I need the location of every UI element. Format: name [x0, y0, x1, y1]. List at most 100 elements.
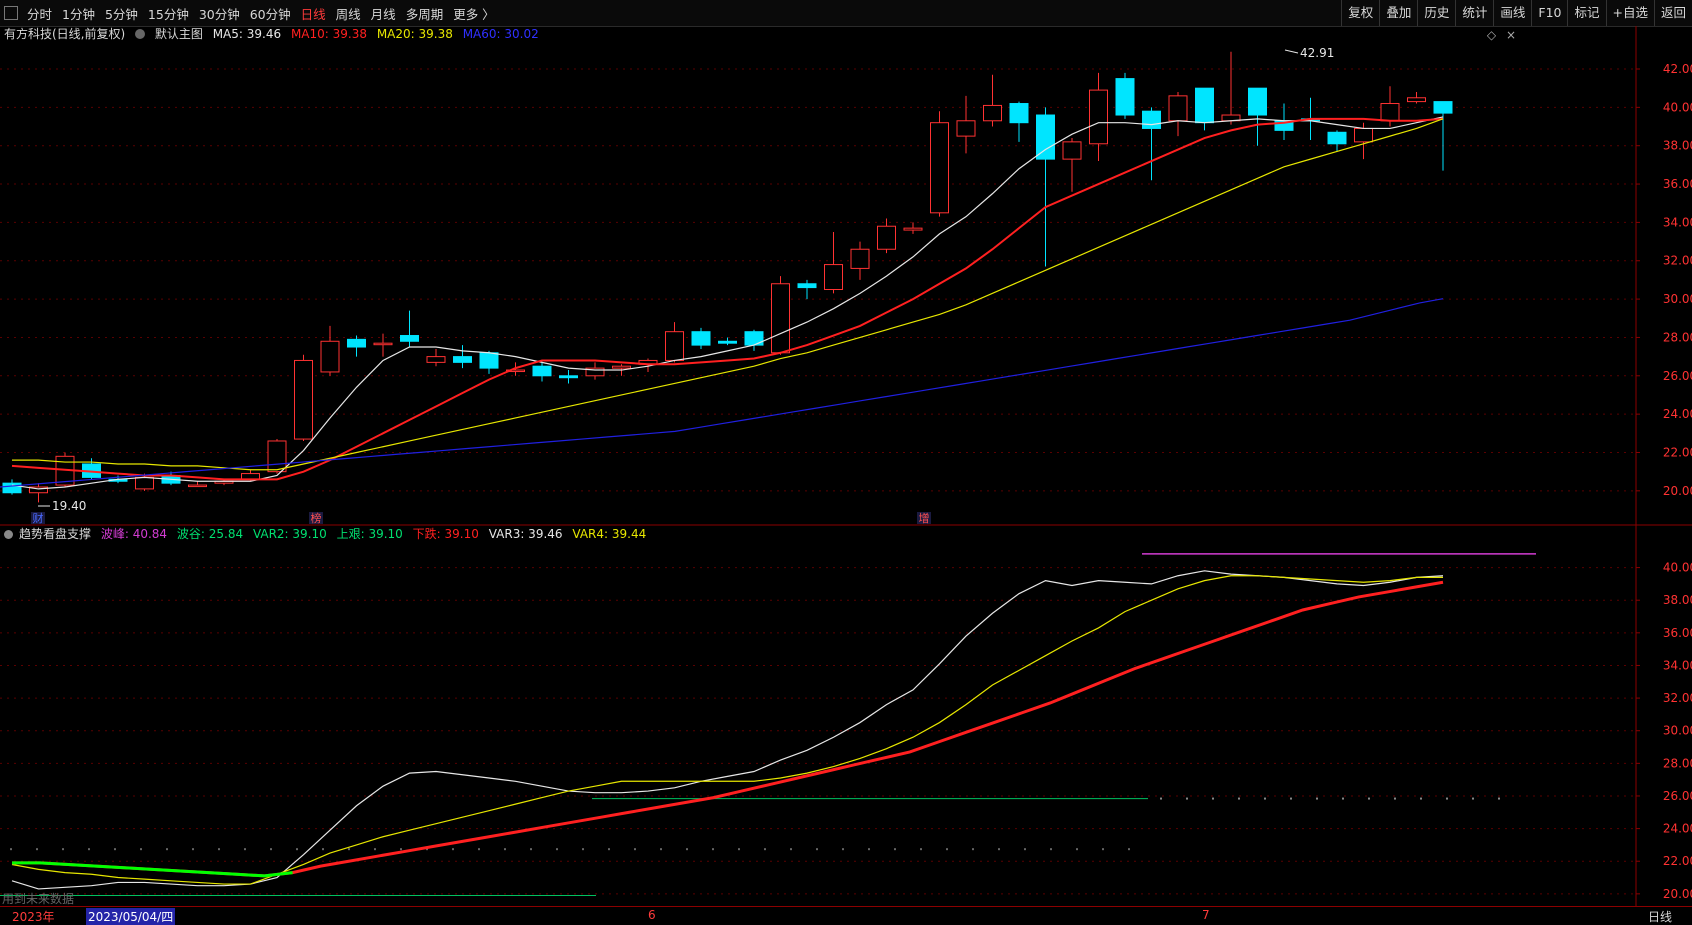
ma-line-ma60: [0, 298, 1444, 488]
cursor-date: 2023/05/04/四: [86, 908, 176, 925]
dot-mark: [218, 848, 220, 851]
low-price-label: 19.40: [52, 499, 86, 513]
future-data-note: 用到未来数据: [2, 892, 75, 906]
candle-body: [771, 283, 790, 354]
dot-mark: [1368, 797, 1370, 800]
dot-mark: [478, 848, 480, 851]
candle-body: [294, 359, 313, 440]
var2-value: VAR2: 39.10: [252, 527, 327, 541]
ma-line-ma5: [11, 116, 1444, 490]
candle-body: [1115, 78, 1135, 116]
sub-y-tick-label: 26.00: [1663, 789, 1692, 803]
dot-mark: [1212, 797, 1214, 800]
dot-mark: [166, 848, 168, 851]
candle-body: [1142, 110, 1161, 129]
dot-mark: [1024, 848, 1026, 851]
ma5-value: MA5: 39.46: [212, 27, 282, 41]
dot-mark: [686, 848, 688, 851]
dot-mark: [1238, 797, 1240, 800]
indicator-title[interactable]: 趋势看盘支撑: [19, 527, 91, 541]
dot-mark: [36, 848, 38, 851]
dot-mark: [660, 848, 662, 851]
y-tick-label: 36.00: [1663, 177, 1692, 191]
chevron-down-icon[interactable]: [135, 29, 146, 39]
y-tick-label: 20.00: [1663, 484, 1692, 498]
candle-body: [691, 331, 711, 346]
sub-y-tick-label: 24.00: [1663, 822, 1692, 836]
dot-mark: [946, 848, 948, 851]
y-tick-label: 34.00: [1663, 215, 1692, 229]
ma-line-ma10: [11, 117, 1444, 481]
sub-legend: 趋势看盘支撑 波峰: 40.84 波谷: 25.84 VAR2: 39.10 上…: [4, 525, 652, 543]
panel-controls: ◇ ×: [1487, 28, 1516, 42]
dot-mark: [738, 848, 740, 851]
dot-mark: [1316, 797, 1318, 800]
dot-mark: [790, 848, 792, 851]
dot-mark: [1342, 797, 1344, 800]
sub-line-var2: [12, 580, 1444, 878]
sub-y-tick-label: 20.00: [1663, 887, 1692, 901]
dot-mark: [764, 848, 766, 851]
candle-body: [1407, 97, 1426, 103]
sub-y-tick-label: 40.00: [1663, 561, 1692, 575]
dot-mark: [1128, 848, 1130, 851]
candle-body: [983, 104, 1002, 122]
sub-y-tick-label: 36.00: [1663, 626, 1692, 640]
y-tick-label: 28.00: [1663, 330, 1692, 344]
price-chart[interactable]: 20.00 22.00 24.00 26.00 28.00 30.00 32.00 34.00…: [0, 0, 1692, 924]
candle-body: [188, 484, 207, 488]
candle-body: [1195, 87, 1214, 124]
main-template[interactable]: 默认主图: [155, 27, 203, 41]
dot-mark: [452, 848, 454, 851]
candle-body: [744, 331, 764, 346]
dot-mark: [998, 848, 1000, 851]
close-icon[interactable]: ×: [1506, 28, 1516, 42]
var4-value: VAR4: 39.44: [572, 527, 647, 541]
dot-mark: [1420, 797, 1422, 800]
candle-body: [373, 342, 393, 346]
candle-body: [1168, 95, 1188, 122]
event-marker-0: 财: [33, 511, 44, 525]
dot-mark: [1264, 797, 1266, 800]
indicator-icon[interactable]: [4, 530, 13, 539]
dot-mark: [1076, 848, 1078, 851]
candle-body: [267, 440, 287, 473]
y-tick-label: 30.00: [1663, 292, 1692, 306]
dot-mark: [1186, 797, 1188, 800]
candle-body: [1089, 89, 1108, 145]
bofeng-value: 波峰: 40.84: [100, 527, 168, 541]
dot-mark: [1498, 797, 1500, 800]
candle-body: [2, 482, 22, 494]
candle-body: [850, 248, 870, 269]
stock-title[interactable]: 有方科技(日线,前复权): [4, 27, 125, 41]
month-6-label: 6: [648, 908, 656, 922]
candle-body: [877, 225, 896, 250]
period-label: 日线: [1648, 910, 1673, 924]
candle-body: [347, 338, 366, 348]
dot-mark: [1290, 797, 1292, 800]
xiadie-value: 下跌: 39.10: [412, 527, 479, 541]
candle-body: [1327, 131, 1347, 145]
candle-body: [824, 264, 843, 291]
sub-y-tick-label: 28.00: [1663, 756, 1692, 770]
candle-body: [665, 331, 684, 361]
dot-mark: [244, 848, 246, 851]
dot-mark: [1472, 797, 1474, 800]
candle-body: [930, 122, 949, 214]
candle-body: [426, 356, 446, 363]
diamond-icon[interactable]: ◇: [1487, 28, 1496, 42]
candle-body: [1354, 127, 1373, 143]
dot-mark: [1102, 848, 1104, 851]
candle-body: [479, 352, 499, 369]
sub-y-tick-label: 22.00: [1663, 854, 1692, 868]
dot-mark: [140, 848, 142, 851]
candle-body: [1380, 103, 1400, 122]
dot-mark: [530, 848, 532, 851]
dot-mark: [712, 848, 714, 851]
dot-mark: [894, 848, 896, 851]
y-tick-label: 42.00: [1663, 62, 1692, 76]
dot-mark: [10, 848, 12, 851]
y-tick-label: 38.00: [1663, 139, 1692, 153]
dot-mark: [868, 848, 870, 851]
event-marker-2: 增: [919, 511, 930, 525]
